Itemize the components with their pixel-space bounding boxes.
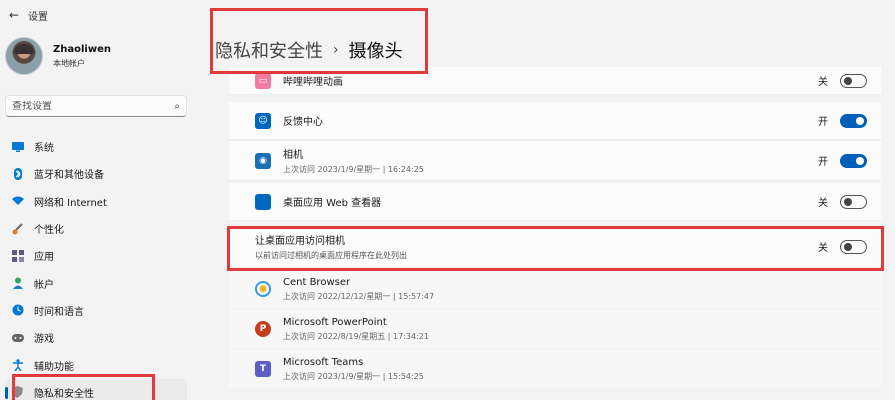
teams-icon: T (255, 361, 271, 377)
app-row-webview: 桌面应用 Web 查看器 关 (229, 183, 881, 221)
app-row-camera: ◉ 相机 上次访问 2023/1/9/星期一 | 16:24:25 开 (229, 141, 881, 181)
bilibili-camera-toggle[interactable] (840, 73, 867, 88)
sidebar-item-gaming[interactable]: 游戏 (5, 324, 187, 351)
sidebar: ← 设置 Zhaoliwen 本地帐户 ⌕ 系统 蓝牙和其他设备 网络和 Int… (0, 0, 215, 400)
toggle-state-label: 关 (818, 77, 828, 88)
sidebar-item-network[interactable]: 网络和 Internet (5, 188, 187, 215)
sidebar-item-system[interactable]: 系统 (5, 133, 187, 160)
apps-icon (11, 249, 24, 262)
highlight-box-desktop-toggle (227, 226, 884, 271)
last-accessed: 上次访问 2022/8/19/星期五 | 17:34:21 (283, 331, 429, 341)
wifi-icon (11, 195, 24, 208)
user-name: Zhaoliwen (53, 43, 111, 55)
last-accessed: 上次访问 2023/1/9/星期一 | 16:24:25 (283, 165, 424, 174)
sidebar-item-apps[interactable]: 应用 (5, 242, 187, 269)
account-type: 本地帐户 (53, 58, 85, 68)
last-accessed: 上次访问 2022/12/12/星期一 | 15:57:47 (283, 291, 435, 301)
person-icon (11, 277, 24, 290)
toggle-state-label: 开 (818, 117, 828, 128)
sidebar-item-accounts[interactable]: 帐户 (5, 269, 187, 296)
sidebar-item-time-language[interactable]: 时间和语言 (5, 297, 187, 324)
toggle-state-label: 关 (818, 198, 828, 209)
sidebar-item-bluetooth[interactable]: 蓝牙和其他设备 (5, 160, 187, 187)
accessibility-icon (11, 359, 24, 372)
back-button[interactable]: ← (4, 5, 24, 25)
sidebar-item-personalization[interactable]: 个性化 (5, 215, 187, 242)
search-input[interactable] (12, 100, 175, 112)
bilibili-icon: ▭ (255, 72, 271, 89)
feedback-hub-icon: ☺ (255, 112, 271, 129)
app-row-feedback-hub: ☺ 反馈中心 开 (229, 102, 881, 140)
powerpoint-icon: P (255, 321, 271, 337)
search-box[interactable]: ⌕ (5, 95, 187, 117)
arrow-left-icon: ← (8, 8, 20, 22)
cent-browser-icon: ● (255, 281, 271, 297)
feedback-hub-camera-toggle[interactable] (840, 113, 867, 128)
highlight-box-privacy-nav (12, 374, 155, 400)
sidebar-nav: 系统 蓝牙和其他设备 网络和 Internet 个性化 应用 帐户 时间和语言 (5, 133, 187, 400)
monitor-icon (11, 140, 24, 153)
clock-globe-icon (11, 304, 24, 317)
avatar (5, 37, 43, 75)
gamepad-icon (11, 331, 24, 344)
window-title: 设置 (28, 11, 48, 23)
camera-app-toggle[interactable] (840, 153, 867, 168)
webview-camera-toggle[interactable] (840, 194, 867, 209)
list-item: P Microsoft PowerPoint 上次访问 2022/8/19/星期… (229, 310, 881, 348)
list-item: T Microsoft Teams 上次访问 2023/1/9/星期一 | 15… (229, 350, 881, 388)
toggle-state-label: 开 (818, 157, 828, 168)
webview-icon (255, 193, 271, 210)
search-icon[interactable]: ⌕ (174, 101, 180, 112)
highlight-box-header (210, 8, 428, 74)
brush-icon (11, 222, 24, 235)
user-profile[interactable]: Zhaoliwen 本地帐户 (5, 37, 111, 75)
list-item: ● Cent Browser 上次访问 2022/12/12/星期一 | 15:… (229, 270, 881, 308)
title-bar: ← 设置 (0, 0, 215, 30)
last-accessed: 上次访问 2023/1/9/星期一 | 15:54:25 (283, 371, 424, 381)
bluetooth-icon (11, 167, 24, 180)
camera-icon: ◉ (255, 152, 271, 169)
